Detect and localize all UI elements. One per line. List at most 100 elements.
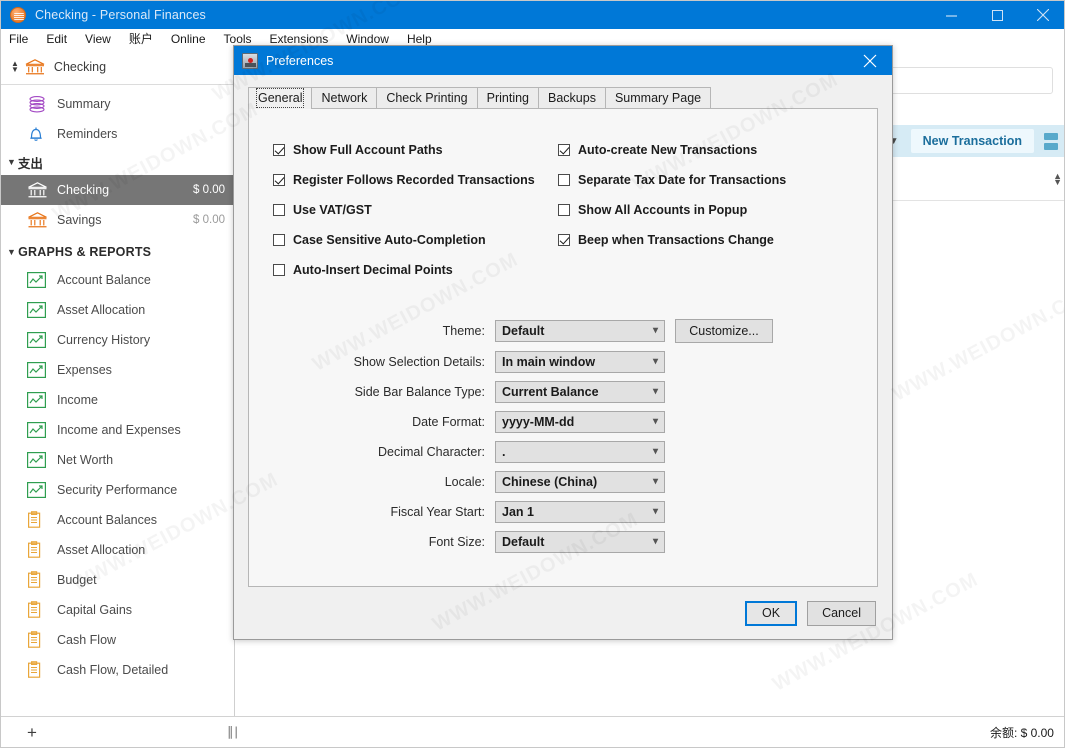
sidebar-group-graphs-reports[interactable]: ▼ GRAPHS & REPORTS bbox=[1, 239, 234, 265]
checkbox-beep-when-transactions-change[interactable]: Beep when Transactions Change bbox=[558, 225, 853, 255]
sidebar-item-income-and-expenses[interactable]: Income and Expenses bbox=[1, 415, 234, 445]
checkbox-box[interactable] bbox=[273, 234, 285, 246]
sidebar-item-label: Asset Allocation bbox=[57, 543, 146, 557]
select-date-format[interactable]: yyyy-MM-dd ▾ bbox=[495, 411, 665, 433]
tab-backups[interactable]: Backups bbox=[538, 87, 606, 109]
report-icon bbox=[27, 541, 49, 559]
sidebar-item-capital-gains[interactable]: Capital Gains bbox=[1, 595, 234, 625]
sidebar-item-reminders[interactable]: Reminders bbox=[1, 119, 234, 149]
select-theme[interactable]: Default ▾ bbox=[495, 320, 665, 342]
column-resize-icon[interactable]: ▲ ▼ bbox=[1053, 172, 1062, 187]
sidebar-item-account-balances[interactable]: Account Balances bbox=[1, 505, 234, 535]
checkbox-label: Beep when Transactions Change bbox=[578, 233, 774, 247]
sidebar-item-cash-flow[interactable]: Cash Flow bbox=[1, 625, 234, 655]
dialog-tabs: General Network Check Printing Printing Back… bbox=[248, 87, 878, 109]
checkbox-label: Auto-Insert Decimal Points bbox=[293, 263, 453, 277]
checkbox-auto-insert-decimal-points[interactable]: Auto-Insert Decimal Points bbox=[273, 255, 558, 285]
sidebar-group-expenses[interactable]: ▼ 支出 bbox=[1, 149, 234, 175]
grip-icon[interactable]: ∥| bbox=[227, 724, 239, 740]
sidebar-item-asset-allocation[interactable]: Asset Allocation bbox=[1, 295, 234, 325]
form-row-show-selection-details: Show Selection Details: In main window ▾ bbox=[273, 351, 853, 373]
tab-printing[interactable]: Printing bbox=[476, 87, 540, 109]
new-transaction-button[interactable]: New Transaction bbox=[910, 129, 1034, 153]
sidebar-item-account-balance[interactable]: Account Balance bbox=[1, 265, 234, 295]
sidebar-item-label: Summary bbox=[57, 97, 111, 111]
sidebar-item-summary[interactable]: Summary bbox=[1, 89, 234, 119]
checkbox-box[interactable] bbox=[273, 264, 285, 276]
checkbox-label: Auto-create New Transactions bbox=[578, 143, 758, 157]
dialog-title-bar: Preferences bbox=[234, 46, 892, 75]
checkbox-auto-create-new-transactions[interactable]: Auto-create New Transactions bbox=[558, 135, 853, 165]
dialog-footer: OK Cancel bbox=[234, 587, 892, 639]
chevron-down-icon: ▾ bbox=[652, 356, 658, 367]
dialog-close-button[interactable] bbox=[848, 46, 892, 75]
application-window: Checking - Personal Finances File Edit V… bbox=[0, 0, 1065, 748]
sidebar-item-income[interactable]: Income bbox=[1, 385, 234, 415]
sidebar-item-savings[interactable]: Savings $ 0.00 bbox=[1, 205, 234, 235]
sidebar-item-net-worth[interactable]: Net Worth bbox=[1, 445, 234, 475]
select-show-selection-details[interactable]: In main window ▾ bbox=[495, 351, 665, 373]
menu-edit[interactable]: Edit bbox=[37, 29, 76, 49]
dialog-title: Preferences bbox=[266, 53, 334, 68]
sidebar-account-header[interactable]: ▲ ▼ Checking bbox=[1, 49, 234, 85]
checkbox-box[interactable] bbox=[273, 204, 285, 216]
tab-check-printing[interactable]: Check Printing bbox=[376, 87, 478, 109]
sidebar-item-budget[interactable]: Budget bbox=[1, 565, 234, 595]
checkbox-box[interactable] bbox=[273, 174, 285, 186]
sidebar-item-expenses[interactable]: Expenses bbox=[1, 355, 234, 385]
grip-icon[interactable] bbox=[1044, 132, 1058, 150]
select-fiscal-year-start[interactable]: Jan 1 ▾ bbox=[495, 501, 665, 523]
chart-icon bbox=[27, 452, 49, 468]
select-locale[interactable]: Chinese (China) ▾ bbox=[495, 471, 665, 493]
sidebar-item-checking[interactable]: Checking $ 0.00 bbox=[1, 175, 234, 205]
form-row-fiscal-year-start: Fiscal Year Start: Jan 1 ▾ bbox=[273, 501, 853, 523]
sidebar-item-label: Cash Flow, Detailed bbox=[57, 663, 169, 677]
checkbox-box[interactable] bbox=[558, 204, 570, 216]
sidebar-item-asset-allocation[interactable]: Asset Allocation bbox=[1, 535, 234, 565]
sidebar-group-label: GRAPHS & REPORTS bbox=[18, 245, 152, 259]
checkbox-register-follows-recorded-transactions[interactable]: Register Follows Recorded Transactions bbox=[273, 165, 558, 195]
minimize-button[interactable] bbox=[928, 1, 974, 29]
sidebar-item-currency-history[interactable]: Currency History bbox=[1, 325, 234, 355]
field-label-side-bar-balance-type: Side Bar Balance Type: bbox=[354, 385, 485, 399]
report-icon bbox=[27, 511, 49, 529]
tab-network[interactable]: Network bbox=[311, 87, 378, 109]
checkbox-box[interactable] bbox=[558, 174, 570, 186]
sidebar-item-label: Account Balances bbox=[57, 513, 158, 527]
bank-icon bbox=[25, 58, 45, 74]
checkbox-show-full-account-paths[interactable]: Show Full Account Paths bbox=[273, 135, 558, 165]
cancel-button[interactable]: Cancel bbox=[807, 600, 876, 626]
checkbox-separate-tax-date-for-transactions[interactable]: Separate Tax Date for Transactions bbox=[558, 165, 853, 195]
menu-file[interactable]: File bbox=[1, 29, 37, 49]
chart-icon bbox=[27, 332, 49, 348]
checkbox-box[interactable] bbox=[558, 234, 570, 246]
chevron-down-icon: ▾ bbox=[652, 325, 658, 336]
checkbox-case-sensitive-auto-completion[interactable]: Case Sensitive Auto-Completion bbox=[273, 225, 558, 255]
sidebar-item-security-performance[interactable]: Security Performance bbox=[1, 475, 234, 505]
updown-arrows-icon[interactable]: ▲ ▼ bbox=[11, 59, 19, 73]
form-row-date-format: Date Format: yyyy-MM-dd ▾ bbox=[273, 411, 853, 433]
close-button[interactable] bbox=[1020, 1, 1064, 29]
maximize-button[interactable] bbox=[974, 1, 1020, 29]
menu-online[interactable]: Online bbox=[162, 29, 215, 49]
select-font-size[interactable]: Default ▾ bbox=[495, 531, 665, 553]
checkbox-show-all-accounts-in-popup[interactable]: Show All Accounts in Popup bbox=[558, 195, 853, 225]
plus-icon[interactable]: + bbox=[27, 724, 37, 741]
menu-view[interactable]: View bbox=[76, 29, 120, 49]
field-label-font-size: Font Size: bbox=[428, 535, 485, 549]
tab-general[interactable]: General bbox=[248, 87, 313, 109]
sidebar-reports-list: Account Balance Asset Allocation Currency … bbox=[1, 265, 234, 685]
sidebar-item-cash-flow-detailed[interactable]: Cash Flow, Detailed bbox=[1, 655, 234, 685]
field-label-theme: Theme: bbox=[442, 324, 485, 338]
ok-button[interactable]: OK bbox=[745, 600, 798, 626]
checkbox-box[interactable] bbox=[558, 144, 570, 156]
tab-summary-page[interactable]: Summary Page bbox=[604, 87, 712, 109]
checkbox-box[interactable] bbox=[273, 144, 285, 156]
field-label-locale: Locale: bbox=[444, 475, 485, 489]
select-decimal-character[interactable]: . ▾ bbox=[495, 441, 665, 463]
customize-button[interactable]: Customize... bbox=[675, 319, 773, 343]
menu-accounts[interactable]: 账户 bbox=[120, 29, 162, 49]
select-side-bar-balance-type[interactable]: Current Balance ▾ bbox=[495, 381, 665, 403]
checkbox-use-vat-gst[interactable]: Use VAT/GST bbox=[273, 195, 558, 225]
report-icon bbox=[27, 571, 49, 589]
